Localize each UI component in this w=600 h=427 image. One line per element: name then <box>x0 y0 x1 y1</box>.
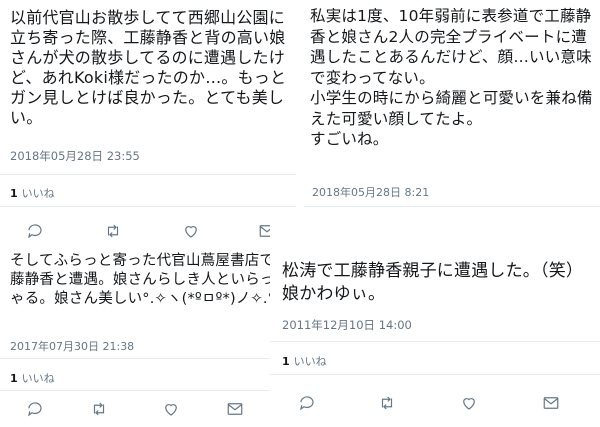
like-count[interactable]: 1 いいね <box>10 185 55 201</box>
tweet-timestamp[interactable]: 2011年12月10日 14:00 <box>282 317 412 333</box>
divider <box>0 174 296 175</box>
tweet-actions-1 <box>0 222 296 244</box>
retweet-icon[interactable] <box>90 400 110 420</box>
tweet-card-3[interactable]: そしてふらっと寄った代官山蔦屋書店で工藤静香と遭遇。娘さんらしき人といらっしゃる… <box>0 246 296 427</box>
tweet-text: 私実は1度、10年弱前に表参道で工藤静香と娘さん2人の完全プライベートに遭遇した… <box>310 7 593 148</box>
tweet-timestamp[interactable]: 2018年05月28日 8:21 <box>312 184 429 200</box>
like-icon[interactable] <box>460 394 480 414</box>
message-icon[interactable] <box>226 400 246 420</box>
tweet-text: 松涛で工藤静香親子に遭遇した。（笑）娘かわゆぃ。 <box>282 261 584 304</box>
tweet-card-1[interactable]: 以前代官山お散歩してて西郷山公園に立ち寄った際、工藤静香と背の高い娘さんが犬の散… <box>0 0 296 213</box>
divider <box>270 374 600 375</box>
tweet-text: そしてふらっと寄った代官山蔦屋書店で工藤静香と遭遇。娘さんらしき人といらっしゃる… <box>10 253 290 307</box>
tweet-timestamp[interactable]: 2018年05月28日 23:55 <box>10 148 140 164</box>
tweet-card-2[interactable]: 私実は1度、10年弱前に表参道で工藤静香と娘さん2人の完全プライベートに遭遇した… <box>304 0 600 213</box>
like-count-number: 1 <box>10 187 18 200</box>
reply-icon[interactable] <box>26 222 46 242</box>
divider <box>0 390 296 391</box>
like-count-label: いいね <box>21 187 55 200</box>
like-count-label: いいね <box>21 372 55 385</box>
divider <box>0 358 296 359</box>
like-count[interactable]: 1 いいね <box>10 370 55 386</box>
message-icon[interactable] <box>542 394 562 414</box>
retweet-icon[interactable] <box>378 394 398 414</box>
retweet-icon[interactable] <box>104 222 124 242</box>
tweet-actions-4 <box>270 394 600 416</box>
divider <box>270 341 600 342</box>
like-icon[interactable] <box>162 400 182 420</box>
divider <box>304 206 600 207</box>
reply-icon[interactable] <box>26 400 46 420</box>
like-icon[interactable] <box>182 222 202 242</box>
tweet-text: 以前代官山お散歩してて西郷山公園に立ち寄った際、工藤静香と背の高い娘さんが犬の散… <box>10 8 287 127</box>
like-count-number: 1 <box>10 372 18 385</box>
divider <box>0 206 296 207</box>
reply-icon[interactable] <box>298 394 318 414</box>
tweet-timestamp[interactable]: 2017年07月30日 21:38 <box>10 338 134 354</box>
like-count-number: 1 <box>282 355 290 368</box>
like-count[interactable]: 1 いいね <box>282 353 327 369</box>
tweet-actions-3 <box>0 400 296 422</box>
tweet-card-4[interactable]: 松涛で工藤静香親子に遭遇した。（笑）娘かわゆぃ。 2011年12月10日 14:… <box>270 218 600 427</box>
like-count-label: いいね <box>293 355 327 368</box>
